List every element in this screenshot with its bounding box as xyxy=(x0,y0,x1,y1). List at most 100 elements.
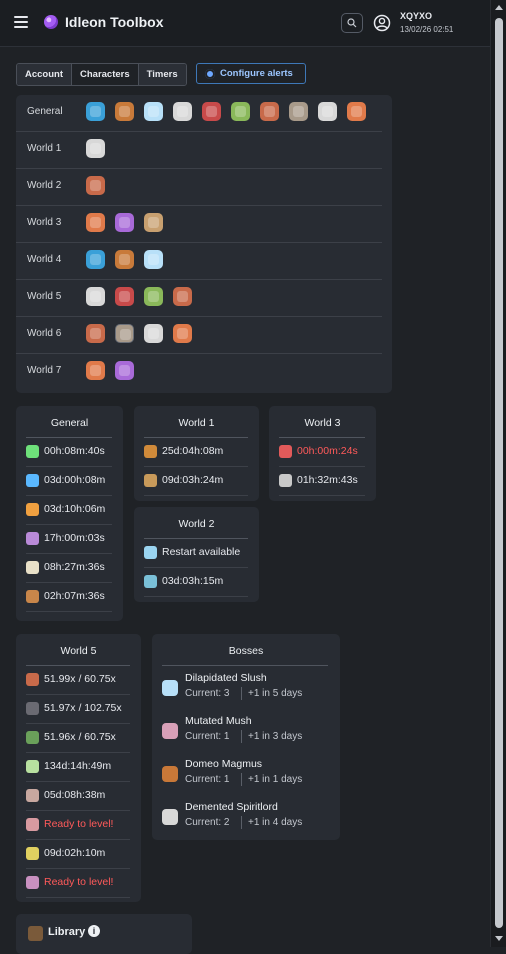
cat-icon[interactable] xyxy=(144,250,163,269)
world-icons xyxy=(86,139,105,158)
knight-icon[interactable] xyxy=(115,287,134,306)
slug-icon xyxy=(26,590,39,603)
timer-row: 51.99x / 60.75x xyxy=(26,666,130,695)
bat-icon[interactable] xyxy=(115,361,134,380)
fairy-icon xyxy=(26,876,39,889)
plant-icon[interactable] xyxy=(231,102,250,121)
card-title: Bosses xyxy=(228,645,264,657)
boss-name: Dilapidated Slush xyxy=(185,672,267,684)
crystal-icon[interactable] xyxy=(86,213,105,232)
world-row-0: General xyxy=(16,95,382,132)
shrine-icon[interactable] xyxy=(115,213,134,232)
campfire-icon[interactable] xyxy=(86,287,105,306)
timer-value: 51.97x / 102.75x xyxy=(44,702,122,714)
scroll-icon[interactable] xyxy=(86,361,105,380)
tab-characters[interactable]: Characters xyxy=(72,64,139,85)
squirrel-icon[interactable] xyxy=(144,287,163,306)
fairy-icon[interactable] xyxy=(173,287,192,306)
world-row-2: World 2 xyxy=(16,169,382,206)
timer-row: 03d:00h:08m xyxy=(26,467,112,496)
archer-icon[interactable] xyxy=(318,102,337,121)
slug-icon[interactable] xyxy=(115,102,134,121)
library-card[interactable]: Library i xyxy=(16,914,192,954)
configure-alerts-label: Configure alerts xyxy=(220,68,293,79)
general-timers-card: General 00h:08m:40s 03d:00h:08m 03d:10h:06m… xyxy=(16,406,123,621)
summon-icon[interactable] xyxy=(144,324,163,343)
orb-icon[interactable] xyxy=(86,102,105,121)
box-icon[interactable] xyxy=(144,213,163,232)
timer-value: 09d:03h:24m xyxy=(162,474,224,486)
rock-icon[interactable] xyxy=(289,102,308,121)
magmus-icon xyxy=(162,766,178,782)
gear-clock-icon xyxy=(144,445,157,458)
account-icon[interactable] xyxy=(373,14,391,32)
letter-d-icon xyxy=(26,445,39,458)
timer-row: 00h:00m:24s xyxy=(279,438,365,467)
world-row-5: World 5 xyxy=(16,280,382,317)
boss-current: Current: 1 xyxy=(185,731,230,742)
ice-monster-icon[interactable] xyxy=(144,102,163,121)
scrollbar-thumb[interactable] xyxy=(495,18,503,928)
timer-value: 01h:32m:43s xyxy=(297,474,358,486)
timer-row: 25d:04h:08m xyxy=(144,438,248,467)
world-label: World 7 xyxy=(27,365,62,376)
tab-account[interactable]: Account xyxy=(17,64,72,85)
goblin-icon[interactable] xyxy=(86,250,105,269)
timer-value: 02h:07m:36s xyxy=(44,590,105,602)
beast-icon[interactable] xyxy=(115,324,134,343)
sprite-icon xyxy=(26,532,39,545)
chomper-icon[interactable] xyxy=(115,250,134,269)
search-icon xyxy=(347,18,357,28)
mage-icon[interactable] xyxy=(202,102,221,121)
timer-value: 51.99x / 60.75x xyxy=(44,673,116,685)
farm-icon[interactable] xyxy=(86,324,105,343)
bottle-icon[interactable] xyxy=(86,176,105,195)
brand-title[interactable]: Idleon Toolbox xyxy=(65,14,164,30)
world-label: World 1 xyxy=(27,143,62,154)
timer-row: 134d:14h:49m xyxy=(26,753,130,782)
knight-green-icon xyxy=(26,731,39,744)
boss-separator xyxy=(241,687,242,700)
world-icons xyxy=(86,287,192,306)
timer-value: 25d:04h:08m xyxy=(162,445,224,457)
world-label: World 6 xyxy=(27,328,62,339)
timer-row: 08h:27m:36s xyxy=(26,554,112,583)
drum-icon[interactable] xyxy=(86,139,105,158)
world3-timers-card: World 3 00h:00m:24s 01h:32m:43s xyxy=(269,406,376,501)
timer-value: Ready to level! xyxy=(44,818,114,830)
wings-icon xyxy=(144,575,157,588)
timer-value: 05d:08h:38m xyxy=(44,789,106,801)
timer-row: 51.97x / 102.75x xyxy=(26,695,130,724)
world-row-1: World 1 xyxy=(16,132,382,169)
timer-value: 03d:00h:08m xyxy=(44,474,106,486)
shadow-icon[interactable] xyxy=(173,324,192,343)
world2-timers-card: World 2 Restart available 03d:03h:15m xyxy=(134,507,259,602)
timer-value: 17h:00m:03s xyxy=(44,532,105,544)
card-title: World 3 xyxy=(304,417,341,429)
timer-row: 51.96x / 60.75x xyxy=(26,724,130,753)
menu-icon[interactable] xyxy=(14,14,28,28)
scroll-down-icon[interactable] xyxy=(495,936,503,941)
timer-row: 00h:08m:40s xyxy=(26,438,112,467)
timer-value: 09d:02h:10m xyxy=(44,847,106,859)
knight-red-icon xyxy=(26,673,39,686)
configure-alerts-button[interactable]: Configure alerts xyxy=(196,63,306,84)
search-button[interactable] xyxy=(341,13,363,33)
boss-name: Demented Spiritlord xyxy=(185,801,278,813)
world-icons xyxy=(86,324,192,343)
scrollbar[interactable] xyxy=(490,0,506,947)
world-icons xyxy=(86,250,163,269)
warrior-icon[interactable] xyxy=(260,102,279,121)
world-label: World 3 xyxy=(27,217,62,228)
mushroom-icon xyxy=(26,847,39,860)
info-icon[interactable]: i xyxy=(88,925,100,937)
tab-timers[interactable]: Timers xyxy=(138,64,186,85)
timer-row: 02h:07m:36s xyxy=(26,583,112,612)
fish-icon[interactable] xyxy=(347,102,366,121)
slush-icon xyxy=(162,680,178,696)
timer-value: 51.96x / 60.75x xyxy=(44,731,116,743)
scroll-up-icon[interactable] xyxy=(495,5,503,10)
knight-dark-icon xyxy=(26,702,39,715)
ghost-icon[interactable] xyxy=(173,102,192,121)
timer-value: 03d:10h:06m xyxy=(44,503,106,515)
